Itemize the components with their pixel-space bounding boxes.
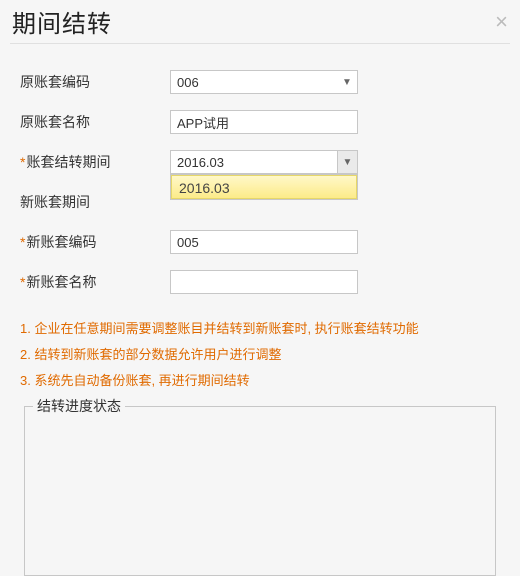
period-dropdown: 2016.03 [170,174,358,200]
row-new-name: *新账套名称 [20,270,500,294]
required-mark: * [20,234,25,250]
label-new-code: *新账套编码 [20,232,170,252]
close-icon[interactable]: × [495,11,508,33]
row-source-name: 原账套名称 APP试用 [20,110,500,134]
status-group: 结转进度状态 [24,406,496,576]
note-1: 1. 企业在任意期间需要调整账目并结转到新账套时, 执行账套结转功能 [20,316,500,342]
source-name-input[interactable]: APP试用 [170,110,358,134]
status-legend: 结转进度状态 [33,396,125,416]
row-source-code: 原账套编码 006 ▼ [20,70,500,94]
row-new-code: *新账套编码 005 [20,230,500,254]
row-period: *账套结转期间 2016.03 ▼ 2016.03 [20,150,500,174]
notes: 1. 企业在任意期间需要调整账目并结转到新账套时, 执行账套结转功能 2. 结转… [0,310,520,394]
new-code-value: 005 [171,235,357,250]
source-code-value: 006 [171,75,337,90]
period-dropdown-option[interactable]: 2016.03 [171,175,357,199]
period-carryover-dialog: 期间结转 × 原账套编码 006 ▼ 原账套名称 APP试用 *账套结转期间 [0,0,520,576]
label-period: *账套结转期间 [20,152,170,172]
new-code-input[interactable]: 005 [170,230,358,254]
label-source-code: 原账套编码 [20,72,170,92]
period-combo[interactable]: 2016.03 ▼ [170,150,358,174]
new-name-input[interactable] [170,270,358,294]
chevron-down-icon[interactable]: ▼ [337,151,357,173]
label-source-name: 原账套名称 [20,112,170,132]
label-new-name: *新账套名称 [20,272,170,292]
source-code-combo[interactable]: 006 ▼ [170,70,358,94]
chevron-down-icon[interactable]: ▼ [337,71,357,93]
required-mark: * [20,154,25,170]
source-name-value: APP试用 [171,113,357,132]
dialog-header: 期间结转 × [0,0,520,43]
note-3: 3. 系统先自动备份账套, 再进行期间结转 [20,368,500,394]
period-value: 2016.03 [171,155,337,170]
dialog-title: 期间结转 [12,4,112,39]
required-mark: * [20,274,25,290]
label-new-period: 新账套期间 [20,192,170,212]
note-2: 2. 结转到新账套的部分数据允许用户进行调整 [20,342,500,368]
form: 原账套编码 006 ▼ 原账套名称 APP试用 *账套结转期间 2016.03 [0,44,520,294]
